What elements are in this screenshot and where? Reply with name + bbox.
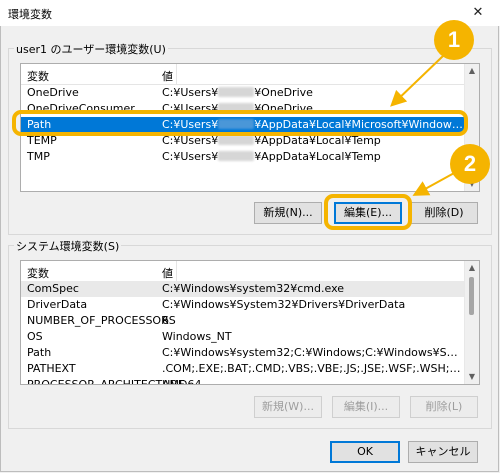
annotation-arrows xyxy=(390,55,457,196)
step-badge-2: 2 xyxy=(450,144,490,184)
step-badge-1: 1 xyxy=(434,20,474,60)
